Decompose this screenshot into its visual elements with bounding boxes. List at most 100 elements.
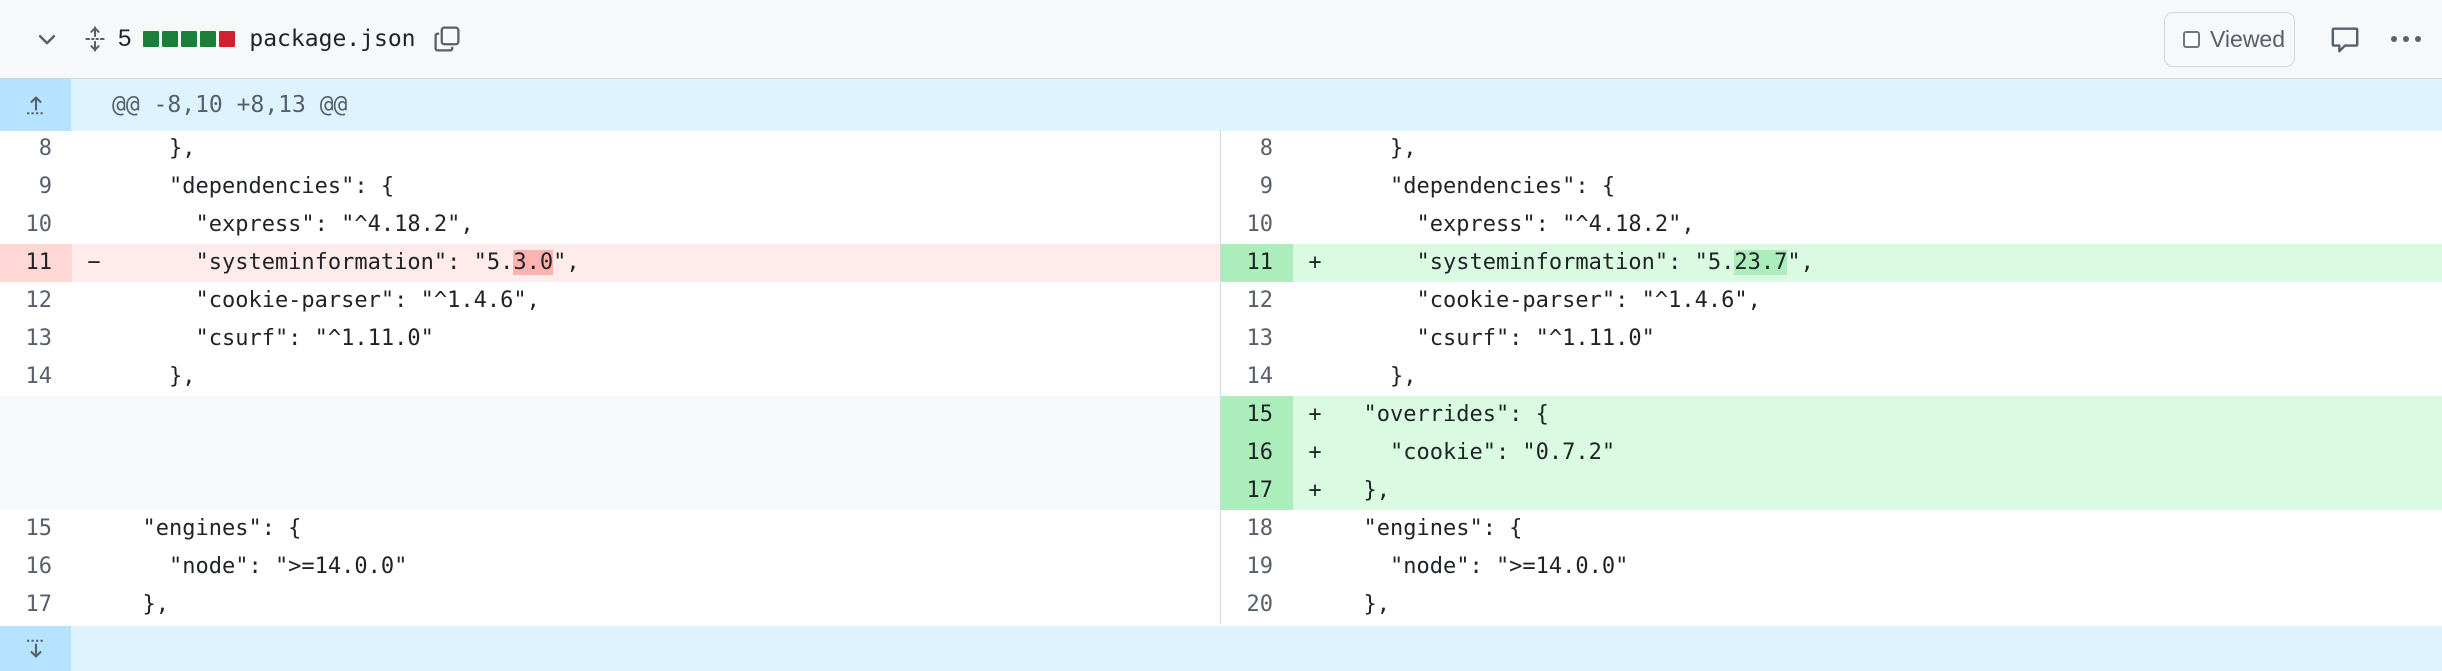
line-number[interactable]: 11 (1221, 244, 1293, 282)
addition-sign: + (1293, 434, 1337, 472)
diff-sign (72, 586, 116, 624)
diffstat-block (162, 31, 179, 47)
line-number[interactable]: 10 (1221, 206, 1293, 244)
right-line: 12 "cookie-parser": "^1.4.6", (1221, 282, 2442, 320)
kebab-menu-icon[interactable] (2386, 20, 2426, 58)
changes-count: 5 (118, 25, 132, 52)
line-number[interactable]: 16 (1221, 434, 1293, 472)
right-line: 14 }, (1221, 358, 2442, 396)
left-line: 13 "csurf": "^1.11.0" (0, 320, 1221, 358)
right-line-added: 11 + "systeminformation": "5.23.7", (1221, 244, 2442, 282)
right-line: 19 "node": ">=14.0.0" (1221, 548, 2442, 586)
diff-row-changed: 11− "systeminformation": "5.3.0", 11 + "s… (0, 244, 2442, 282)
line-number[interactable]: 15 (1221, 396, 1293, 434)
line-number[interactable]: 16 (0, 548, 72, 586)
viewed-toggle[interactable]: Viewed (2164, 12, 2295, 67)
right-line: 10 "express": "^4.18.2", (1221, 206, 2442, 244)
diff-row-added: 16 + "cookie": "0.7.2" (0, 434, 2442, 472)
code-text: "systeminformation": "5. (1337, 250, 1735, 275)
line-number[interactable]: 12 (0, 282, 72, 320)
diff-sign (72, 168, 116, 206)
diff-sign (72, 358, 116, 396)
diff-row: 15 "engines": { 18 "engines": { (0, 510, 2442, 548)
expand-all-icon[interactable] (78, 22, 112, 56)
code-text: ", (553, 250, 580, 275)
left-line: 16 "node": ">=14.0.0" (0, 548, 1221, 586)
code-line: "overrides": { (1337, 396, 2442, 434)
left-line: 10 "express": "^4.18.2", (0, 206, 1221, 244)
line-number[interactable]: 15 (0, 510, 72, 548)
left-line: 8 }, (0, 130, 1221, 168)
right-line: 18 "engines": { (1221, 510, 2442, 548)
line-number[interactable]: 9 (1221, 168, 1293, 206)
line-number[interactable]: 14 (1221, 358, 1293, 396)
code-text: "systeminformation": "5. (116, 250, 514, 275)
hunk-expander-bottom (0, 626, 2442, 671)
expand-down-icon[interactable] (0, 626, 71, 671)
diff-row: 17 }, 20 }, (0, 586, 2442, 624)
code-line: "node": ">=14.0.0" (1337, 554, 1629, 579)
line-number[interactable]: 17 (0, 586, 72, 624)
line-number[interactable]: 20 (1221, 586, 1293, 624)
diff-row: 10 "express": "^4.18.2", 10 "express": "… (0, 206, 2442, 244)
diff-sign (1293, 206, 1337, 244)
right-line-added: 16 + "cookie": "0.7.2" (1221, 434, 2442, 472)
right-line-added: 17 + }, (1221, 472, 2442, 510)
code-line: "dependencies": { (116, 174, 395, 199)
code-line: }, (116, 364, 196, 389)
code-line: }, (116, 592, 169, 617)
addition-sign: + (1293, 244, 1337, 282)
code-line: }, (1337, 592, 1390, 617)
left-line: 15 "engines": { (0, 510, 1221, 548)
line-number[interactable]: 9 (0, 168, 72, 206)
line-number[interactable]: 8 (1221, 130, 1293, 168)
diff-row: 14 }, 14 }, (0, 358, 2442, 396)
diff-sign (72, 320, 116, 358)
line-number[interactable]: 10 (0, 206, 72, 244)
code-line: "systeminformation": "5.3.0", (116, 244, 1220, 282)
viewed-label: Viewed (2210, 26, 2286, 52)
diff-sign (1293, 130, 1337, 168)
line-number[interactable]: 19 (1221, 548, 1293, 586)
left-empty (0, 472, 1221, 510)
file-name[interactable]: package.json (249, 26, 415, 52)
diff-file: 5 package.json Viewed @@ -8,10 +8,13 @@ … (0, 0, 2442, 671)
chevron-down-icon[interactable] (30, 22, 64, 56)
hunk-header: @@ -8,10 +8,13 @@ (112, 92, 348, 118)
copy-icon[interactable] (430, 22, 464, 56)
left-line: 17 }, (0, 586, 1221, 624)
left-empty (0, 396, 1221, 434)
line-number[interactable]: 13 (0, 320, 72, 358)
code-line: "engines": { (1337, 516, 1523, 541)
diff-sign (72, 282, 116, 320)
word-diff-added: 23.7 (1734, 250, 1788, 275)
code-line: "node": ">=14.0.0" (116, 554, 408, 579)
diff-row-added: 15 + "overrides": { (0, 396, 2442, 434)
code-line: }, (1337, 136, 1417, 161)
diffstat-block (143, 31, 160, 47)
right-line: 9 "dependencies": { (1221, 168, 2442, 206)
addition-sign: + (1293, 472, 1337, 510)
hunk-header-top: @@ -8,10 +8,13 @@ (0, 79, 2442, 131)
line-number[interactable]: 13 (1221, 320, 1293, 358)
diff-sign (1293, 510, 1337, 548)
line-number[interactable]: 11 (0, 244, 72, 282)
viewed-checkbox[interactable] (2183, 31, 2200, 48)
diff-row: 12 "cookie-parser": "^1.4.6", 12 "cookie… (0, 282, 2442, 320)
line-number[interactable]: 17 (1221, 472, 1293, 510)
diff-row-added: 17 + }, (0, 472, 2442, 510)
expand-up-icon[interactable] (0, 79, 71, 131)
diff-sign (1293, 168, 1337, 206)
line-number[interactable]: 12 (1221, 282, 1293, 320)
word-diff-deleted: 3.0 (513, 250, 554, 275)
comment-icon[interactable] (2326, 20, 2364, 58)
right-line: 8 }, (1221, 130, 2442, 168)
code-line: "express": "^4.18.2", (116, 212, 474, 237)
left-line: 12 "cookie-parser": "^1.4.6", (0, 282, 1221, 320)
code-line: "express": "^4.18.2", (1337, 212, 1695, 237)
line-number[interactable]: 8 (0, 130, 72, 168)
line-number[interactable]: 18 (1221, 510, 1293, 548)
line-number[interactable]: 14 (0, 358, 72, 396)
code-line: "cookie-parser": "^1.4.6", (1337, 288, 1761, 313)
diff-sign (72, 130, 116, 168)
